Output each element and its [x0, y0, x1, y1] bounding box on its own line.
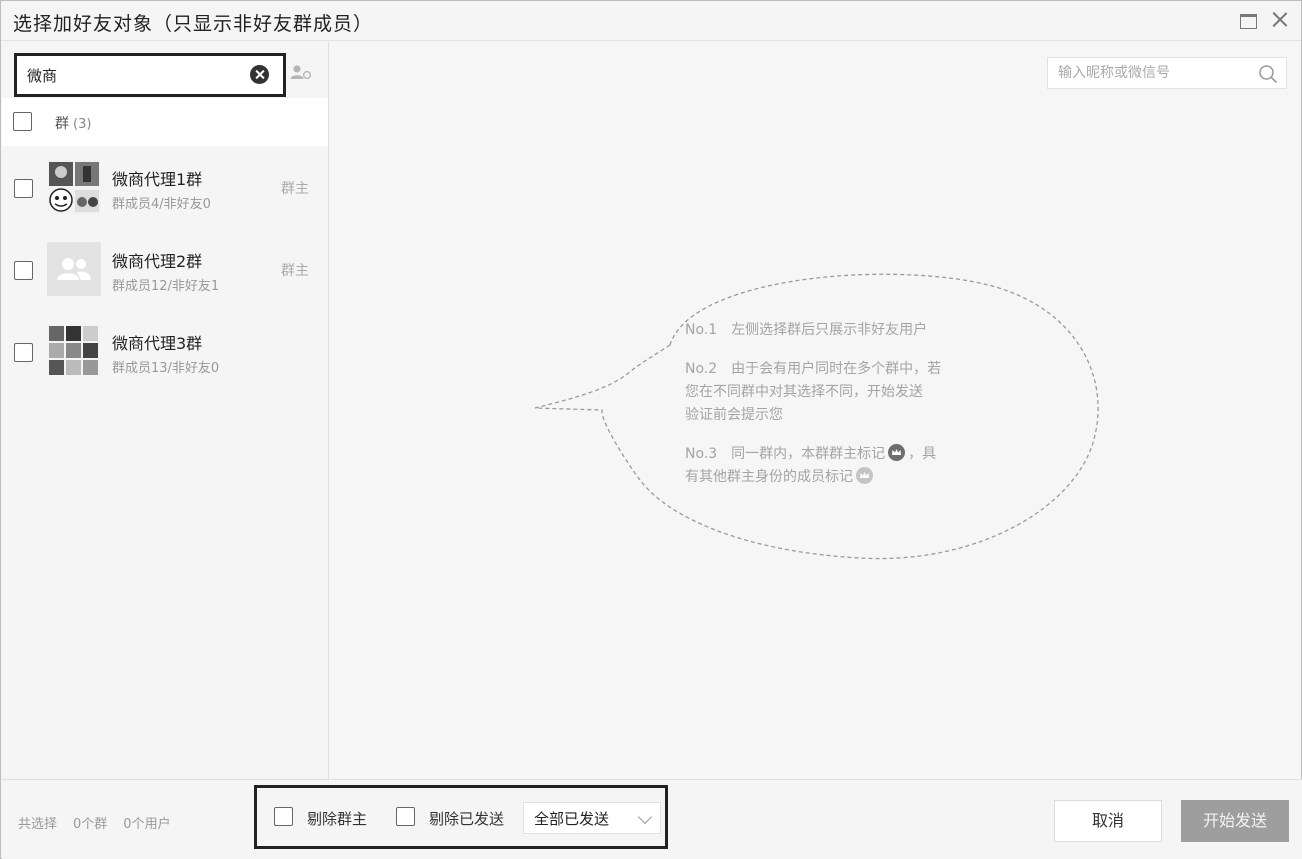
cancel-button[interactable]: 取消 [1054, 800, 1162, 842]
group-avatar [47, 160, 101, 214]
sent-filter-value: 全部已发送 [534, 810, 610, 828]
group-role-label: 群主 [281, 263, 309, 279]
selected-group-count: 0个群 [73, 817, 108, 832]
group-role-label: 群主 [281, 181, 309, 197]
remove-sent-label[interactable]: 剔除已发送 [429, 808, 504, 829]
selected-user-count: 0个用户 [123, 817, 171, 832]
search-icon[interactable] [1258, 64, 1278, 84]
member-area: No.1 左侧选择群后只展示非好友用户 No.2 由于会有用户同时在多个群中，若… [330, 42, 1301, 779]
remove-owner-label[interactable]: 剔除群主 [307, 808, 367, 829]
window-title: 选择加好友对象（只显示非好友群成员） [13, 13, 374, 35]
group-search-box [14, 53, 286, 97]
remove-owner-checkbox[interactable] [274, 807, 293, 826]
owner-crown-icon [888, 444, 906, 461]
tip-2: No.2 由于会有用户同时在多个群中，若 您在不同群中对其选择不同，开始发送 验… [685, 361, 942, 423]
group-avatar [47, 324, 101, 378]
group-name: 微商代理2群 [112, 252, 203, 271]
start-send-button[interactable]: 开始发送 [1181, 800, 1289, 842]
group-list-item[interactable]: 微商代理1群 群成员4/非好友0 群主 [2, 146, 328, 226]
group-name: 微商代理3群 [112, 334, 203, 353]
add-friend-dialog: 选择加好友对象（只显示非好友群成员） 群(3) [0, 0, 1302, 859]
close-icon[interactable] [1269, 9, 1291, 31]
group-checkbox[interactable] [14, 343, 33, 362]
nickname-search-box [1047, 57, 1287, 89]
sent-filter-select[interactable]: 全部已发送 [523, 802, 661, 834]
group-member-stats: 群成员4/非好友0 [112, 197, 211, 212]
other-owner-crown-icon [856, 467, 873, 484]
title-bar: 选择加好友对象（只显示非好友群成员） [1, 1, 1301, 41]
group-list-item[interactable]: 微商代理2群 群成员12/非好友1 群主 [2, 228, 328, 308]
chevron-down-icon [637, 809, 653, 825]
tips-text: No.1 左侧选择群后只展示非好友用户 No.2 由于会有用户同时在多个群中，若… [685, 319, 1015, 505]
nickname-search-input[interactable] [1058, 63, 1248, 83]
group-member-stats: 群成员12/非好友1 [112, 279, 220, 294]
group-search-input[interactable] [27, 64, 242, 86]
group-list-item[interactable]: 微商代理3群 群成员13/非好友0 [2, 310, 328, 390]
maximize-icon[interactable] [1237, 9, 1259, 31]
default-group-avatar-icon [47, 242, 101, 296]
group-header-row: 群 (3) [2, 98, 328, 146]
add-contact-icon[interactable] [290, 64, 312, 80]
group-list-panel: 群(3) [2, 42, 329, 779]
remove-sent-checkbox[interactable] [396, 807, 415, 826]
selection-stats: 共选择 0个群 0个用户 [18, 817, 171, 832]
bottom-bar: 共选择 0个群 0个用户 剔除群主 剔除已发送 全部已发送 取消 开始发送 [2, 779, 1302, 859]
send-options: 剔除群主 剔除已发送 全部已发送 [254, 785, 668, 849]
group-member-stats: 群成员13/非好友0 [112, 361, 220, 376]
tip-3: No.3 同一群内，本群群主标记 ，具 有其他群主身份的成员标记 [685, 444, 937, 485]
clear-search-icon[interactable] [250, 65, 269, 84]
group-checkbox[interactable] [14, 261, 33, 280]
tip-1: No.1 左侧选择群后只展示非好友用户 [685, 322, 928, 338]
group-name: 微商代理1群 [112, 170, 203, 189]
group-count: (3) [73, 117, 92, 132]
select-all-groups-checkbox[interactable] [13, 112, 32, 131]
group-checkbox[interactable] [14, 179, 33, 198]
group-header-label: 群 (3) [55, 116, 92, 132]
